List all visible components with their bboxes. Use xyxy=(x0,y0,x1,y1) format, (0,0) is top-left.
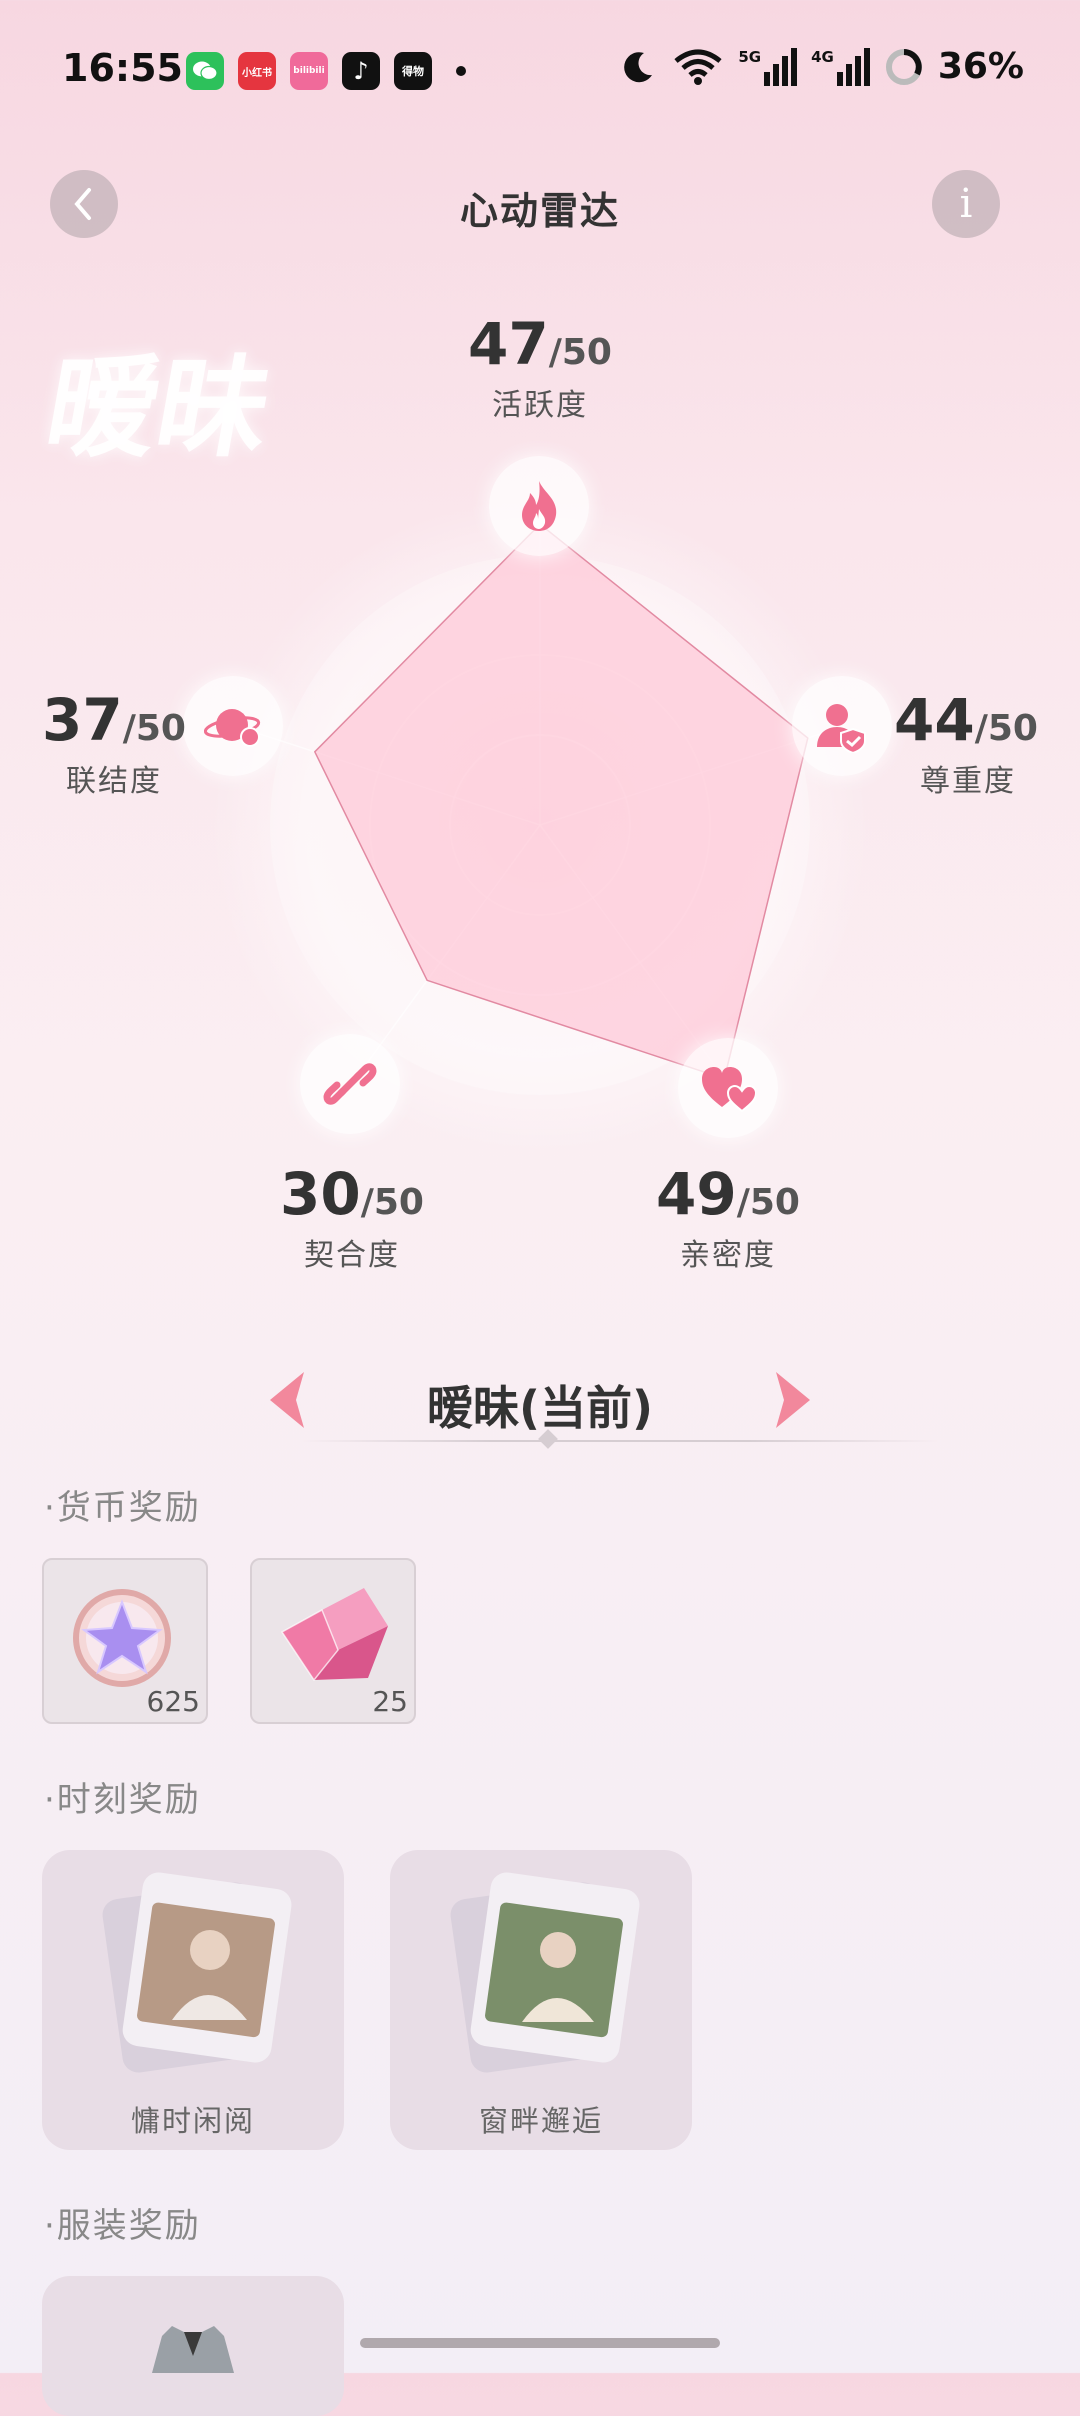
activity-icon-bubble xyxy=(489,456,589,556)
flame-icon xyxy=(522,481,557,531)
score-max: /50 xyxy=(736,1182,800,1223)
moment-card[interactable]: 窗畔邂逅 xyxy=(390,1850,692,2150)
stage-divider xyxy=(300,1440,940,1442)
score-label: 亲密度 xyxy=(680,1238,776,1273)
radar-chart xyxy=(210,495,870,1155)
score-value: 30 xyxy=(280,1160,361,1228)
currency-item-star-coin[interactable]: 625 xyxy=(42,1558,208,1724)
hearts-icon xyxy=(702,1067,756,1113)
score-label: 尊重度 xyxy=(920,764,1016,799)
score-label: 活跃度 xyxy=(492,388,588,423)
item-count: 25 xyxy=(372,1685,408,1718)
item-count: 625 xyxy=(146,1685,200,1718)
score-max: /50 xyxy=(974,708,1038,749)
currency-section-title: ·货币奖励 xyxy=(44,1488,201,1528)
score-value: 49 xyxy=(656,1160,737,1228)
score-respect: 44/50 尊重度 xyxy=(886,686,1046,800)
link-icon xyxy=(323,1063,377,1105)
score-activity: 47/50 活跃度 xyxy=(440,310,640,424)
moment-label: 慵时闲阅 xyxy=(130,2104,255,2138)
compatibility-icon-bubble xyxy=(300,1034,400,1134)
prev-stage-button[interactable] xyxy=(270,1372,306,1432)
current-stage-label: 暧昧(当前) xyxy=(426,1381,654,1435)
score-label: 契合度 xyxy=(304,1238,400,1273)
moment-label: 窗畔邂逅 xyxy=(478,2104,603,2138)
respect-icon-bubble xyxy=(792,676,892,776)
score-label: 联结度 xyxy=(66,764,162,799)
outfit-section-title: ·服装奖励 xyxy=(44,2206,201,2246)
photo-card-icon xyxy=(450,1872,640,2073)
score-max: /50 xyxy=(360,1182,424,1223)
intimacy-icon-bubble xyxy=(678,1038,778,1138)
score-max: /50 xyxy=(122,708,186,749)
score-compatibility: 30/50 契合度 xyxy=(252,1160,452,1274)
score-max: /50 xyxy=(548,332,612,373)
user-shield-icon xyxy=(817,704,866,753)
currency-item-pink-crystal[interactable]: 25 xyxy=(250,1558,416,1724)
score-connection: 37/50 联结度 xyxy=(24,686,204,800)
outfit-card[interactable] xyxy=(42,2276,344,2416)
jacket-icon xyxy=(152,2326,234,2373)
score-value: 44 xyxy=(894,686,975,754)
score-value: 47 xyxy=(468,310,549,378)
photo-card-icon xyxy=(102,1872,292,2073)
arrow-right-icon xyxy=(776,1372,810,1428)
planet-icon xyxy=(204,709,261,747)
next-stage-button[interactable] xyxy=(774,1372,810,1432)
score-intimacy: 49/50 亲密度 xyxy=(628,1160,828,1274)
arrow-left-icon xyxy=(270,1372,304,1428)
moment-card[interactable]: 慵时闲阅 xyxy=(42,1850,344,2150)
score-value: 37 xyxy=(42,686,123,754)
moment-section-title: ·时刻奖励 xyxy=(44,1780,201,1820)
home-indicator[interactable] xyxy=(360,2338,720,2348)
